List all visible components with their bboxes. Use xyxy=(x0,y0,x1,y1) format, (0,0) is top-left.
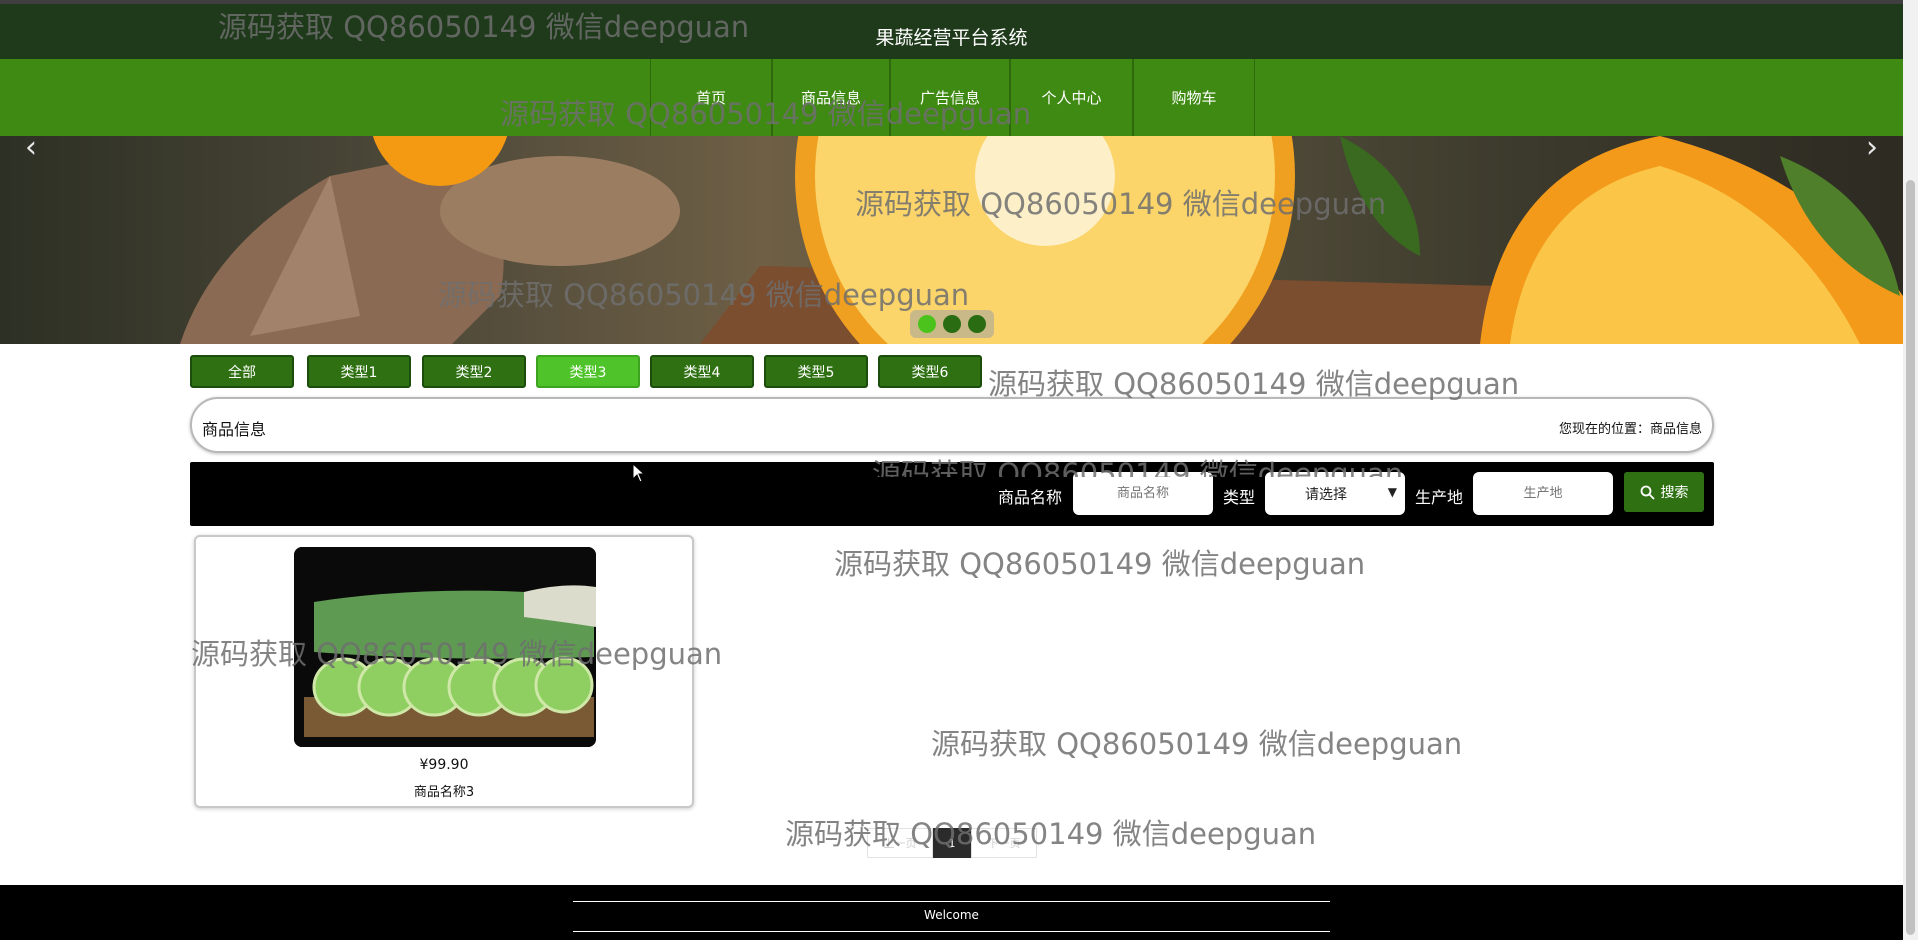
watermark: 源码获取 QQ86050149 微信deepguan xyxy=(834,547,1366,581)
footer: Welcome xyxy=(0,885,1903,940)
category-type4[interactable]: 类型4 xyxy=(650,355,754,388)
breadcrumb: 您现在的位置：商品信息 xyxy=(1558,422,1702,437)
origin-label: 生产地 xyxy=(1415,488,1464,507)
product-card[interactable]: ¥99.90 商品名称3 xyxy=(194,535,694,808)
watermark: 源码获取 QQ86050149 微信deepguan xyxy=(931,727,1463,761)
top-header: 果蔬经营平台系统 xyxy=(0,0,1903,59)
carousel-next-icon[interactable]: › xyxy=(1866,136,1878,165)
type-select[interactable]: 请选择 ▼ xyxy=(1265,472,1405,515)
carousel-prev-icon[interactable]: ‹ xyxy=(25,136,37,165)
category-type1[interactable]: 类型1 xyxy=(307,355,411,388)
footer-divider-top xyxy=(573,901,1330,902)
type-select-value: 请选择 xyxy=(1305,486,1347,503)
pager-prev[interactable]: 上一页 xyxy=(867,828,933,858)
search-icon xyxy=(1640,485,1655,500)
nav-home[interactable]: 首页 xyxy=(650,59,772,136)
carousel-dot-2[interactable] xyxy=(942,315,961,333)
footer-text: Welcome xyxy=(924,908,979,922)
section-title-bar: 商品信息 您现在的位置：商品信息 xyxy=(190,397,1714,453)
pager-next[interactable]: 下一页 xyxy=(971,828,1037,858)
site-title: 果蔬经营平台系统 xyxy=(875,27,1028,49)
category-type5[interactable]: 类型5 xyxy=(764,355,868,388)
product-name: 商品名称3 xyxy=(413,785,475,800)
origin-input[interactable] xyxy=(1473,472,1613,515)
search-button[interactable]: 搜索 xyxy=(1624,472,1704,512)
nav-ads[interactable]: 广告信息 xyxy=(890,59,1010,136)
pager-page-1[interactable]: 1 xyxy=(933,828,971,858)
chevron-down-icon: ▼ xyxy=(1387,485,1397,499)
search-button-label: 搜索 xyxy=(1660,485,1689,501)
name-label: 商品名称 xyxy=(998,488,1063,507)
nav-products[interactable]: 商品信息 xyxy=(772,59,890,136)
leaf xyxy=(1340,136,1420,256)
radish-slice xyxy=(534,656,594,714)
name-input[interactable] xyxy=(1073,472,1213,515)
category-all[interactable]: 全部 xyxy=(190,355,294,388)
product-price: ¥99.90 xyxy=(419,757,469,773)
product-photo xyxy=(294,547,596,747)
carousel-dot-1[interactable] xyxy=(917,315,936,333)
scrollbar-thumb[interactable] xyxy=(1906,180,1915,935)
type-label: 类型 xyxy=(1223,488,1256,507)
search-bar: 商品名称 类型 请选择 ▼ 生产地 搜索 xyxy=(190,462,1714,526)
product-image xyxy=(294,547,596,747)
section-title: 商品信息 xyxy=(202,420,267,439)
footer-divider-bottom xyxy=(573,931,1330,932)
mouse-cursor-icon xyxy=(632,463,646,483)
category-type2[interactable]: 类型2 xyxy=(422,355,526,388)
nav-cart[interactable]: 购物车 xyxy=(1133,59,1255,136)
category-type3[interactable]: 类型3 xyxy=(536,355,640,388)
category-type6[interactable]: 类型6 xyxy=(878,355,982,388)
watermark: 源码获取 QQ86050149 微信deepguan xyxy=(785,817,1317,851)
carousel-indicators xyxy=(910,310,994,338)
carousel-dot-3[interactable] xyxy=(968,315,987,333)
nav-personal-center[interactable]: 个人中心 xyxy=(1010,59,1133,136)
main-nav: 首页 商品信息 广告信息 个人中心 购物车 xyxy=(0,59,1903,136)
